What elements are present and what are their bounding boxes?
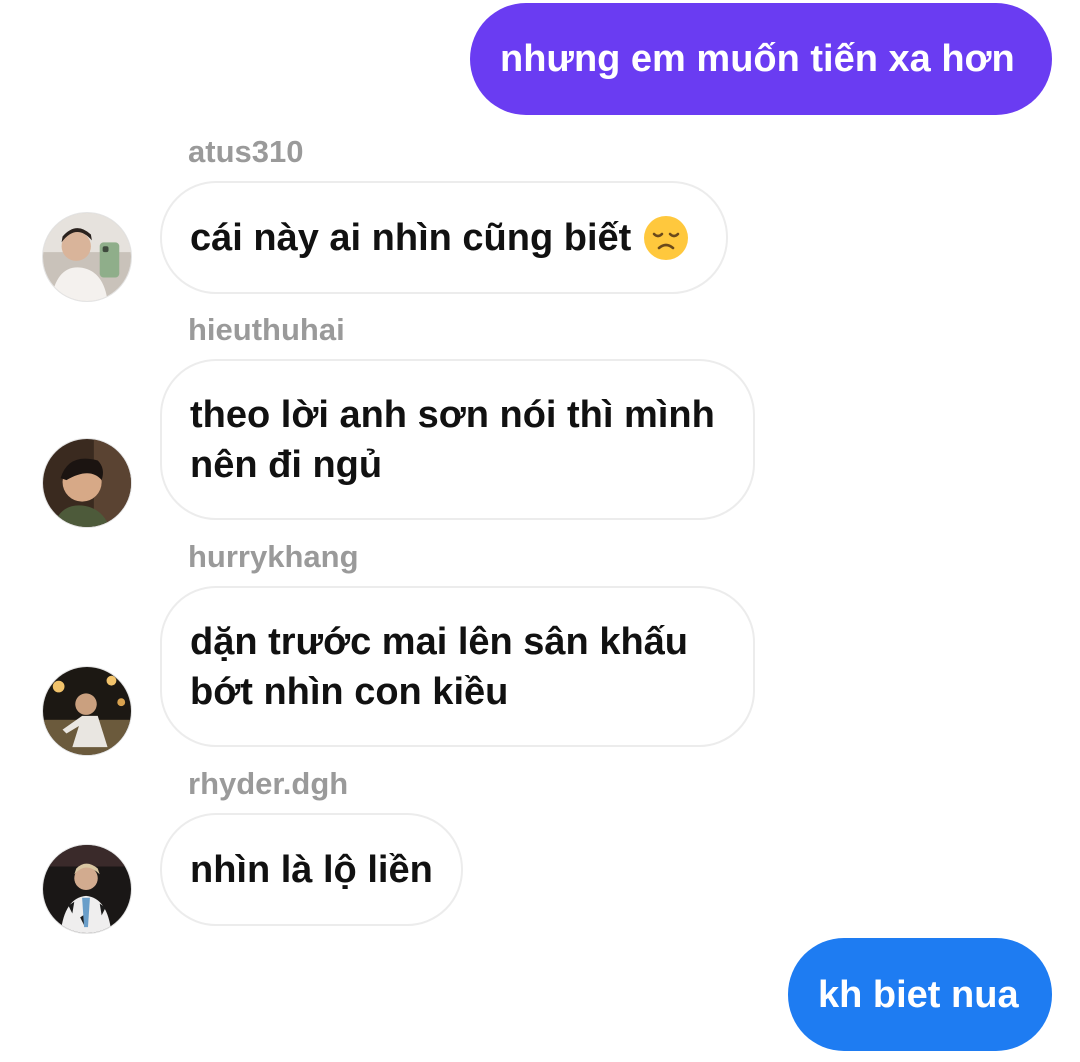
sender-name: hieuthuhai [188, 312, 345, 347]
incoming-message-bubble[interactable]: cái này ai nhìn cũng biết [160, 181, 728, 294]
message-text: nhìn là lộ liền [190, 848, 433, 891]
message-text-line: bớt nhìn con kiều [190, 670, 509, 713]
outgoing-message-bubble[interactable]: nhưng em muốn tiến xa hơn [470, 3, 1052, 115]
sender-name: hurrykhang [188, 539, 359, 574]
message-text-line: nên đi ngủ [190, 443, 383, 486]
avatar-photo [43, 845, 131, 933]
message-text: nhưng em muốn tiến xa hơn [500, 38, 1015, 80]
disappointed-face-icon [643, 215, 689, 261]
avatar-photo [43, 439, 131, 527]
outgoing-message-bubble[interactable]: kh biet nua [788, 938, 1052, 1051]
avatar[interactable] [42, 844, 132, 934]
message-text-line: dặn trước mai lên sân khấu [190, 620, 689, 663]
incoming-message-bubble[interactable]: theo lời anh sơn nói thì mình nên đi ngủ [160, 359, 755, 520]
sender-name: atus310 [188, 134, 304, 169]
sender-name: rhyder.dgh [188, 766, 349, 801]
message-text: cái này ai nhìn cũng biết [190, 216, 632, 259]
avatar-photo [43, 667, 131, 755]
avatar[interactable] [42, 212, 132, 302]
avatar-photo [43, 213, 131, 301]
avatar[interactable] [42, 438, 132, 528]
incoming-message-bubble[interactable]: dặn trước mai lên sân khấu bớt nhìn con … [160, 586, 755, 747]
avatar[interactable] [42, 666, 132, 756]
incoming-message-bubble[interactable]: nhìn là lộ liền [160, 813, 463, 926]
message-text: kh biet nua [818, 973, 1019, 1016]
message-text-line: theo lời anh sơn nói thì mình [190, 393, 715, 436]
